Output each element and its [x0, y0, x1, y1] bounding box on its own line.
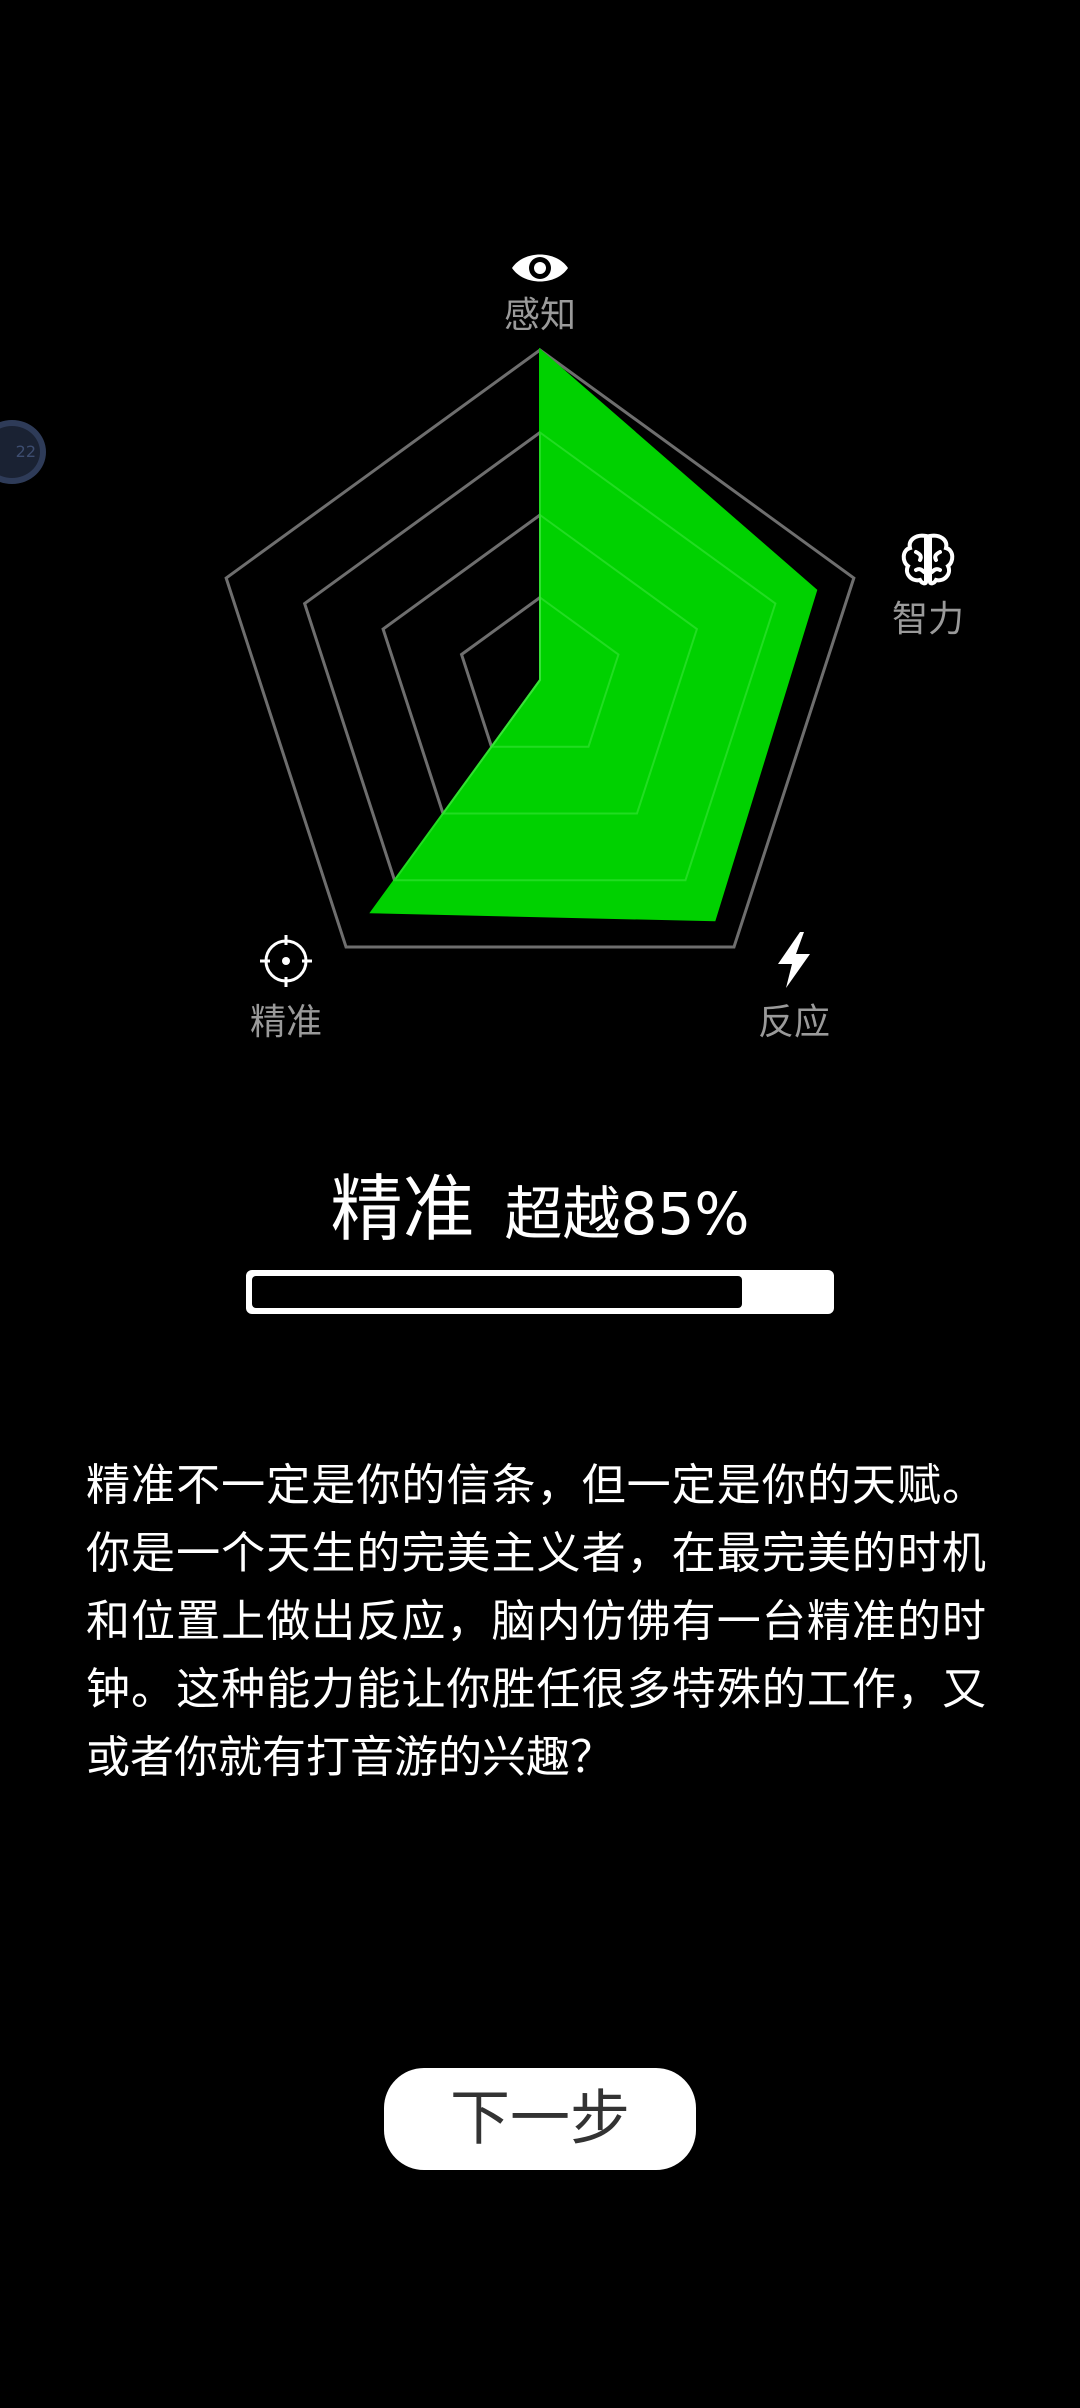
eye-icon [512, 254, 568, 282]
axis-label-reaction: 反应 [757, 1002, 830, 1043]
result-progress-fill [252, 1276, 742, 1308]
radar-data-area [369, 347, 818, 922]
crosshair-icon [260, 935, 312, 987]
lightning-icon [778, 932, 810, 988]
result-row: 精准 超越85% [0, 1150, 1080, 1255]
axis-label-precision: 精准 [249, 1002, 322, 1043]
axis-label-perception: 感知 [503, 295, 576, 336]
result-title: 精准 [330, 1167, 475, 1251]
result-percent-text: 超越85% [504, 1180, 750, 1248]
axis-label-intelligence: 智力 [891, 599, 964, 640]
brain-icon [901, 533, 955, 586]
result-progress-bar [246, 1270, 834, 1314]
next-step-button[interactable]: 下一步 [384, 2068, 696, 2170]
result-description: 精准不一定是你的信条，但一定是你的天赋。你是一个天生的完美主义者，在最完美的时机… [86, 1460, 986, 1783]
